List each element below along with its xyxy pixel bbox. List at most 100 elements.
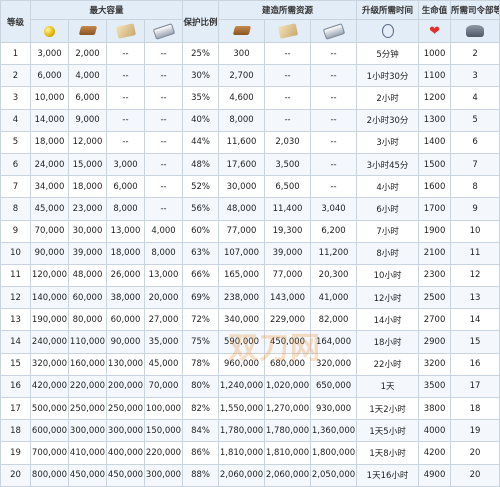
cell-cap-gold: 600,000	[30, 419, 69, 443]
stopwatch-icon	[381, 24, 394, 38]
cell-cap-stone: 38,000	[106, 286, 145, 310]
cell-build-wood: 238,000	[218, 286, 266, 310]
cell-upgrade-time: 1天5小时	[356, 419, 420, 443]
cell-build-stone: 11,400	[264, 197, 312, 221]
cell-build-wood: 340,000	[218, 308, 266, 332]
cell-cap-iron: --	[143, 86, 184, 110]
table-row: 12 140,000 60,000 38,000 20,000 69% 238,000 143…	[0, 286, 500, 310]
cell-cap-stone: 8,000	[106, 197, 145, 221]
iron-icon	[322, 22, 345, 40]
cell-build-stone: --	[264, 86, 312, 110]
cell-cap-wood: 60,000	[68, 286, 107, 310]
cell-level: 8	[0, 197, 31, 221]
cell-upgrade-time: 12小时	[356, 286, 420, 310]
cell-cap-gold: 24,000	[30, 152, 69, 177]
cell-upgrade-time: 1天16小时	[356, 463, 420, 487]
cell-cap-gold: 10,000	[30, 86, 69, 110]
cell-cap-stone: --	[106, 64, 145, 88]
cell-cap-wood: 23,000	[68, 197, 107, 221]
cell-protect-ratio: 44%	[182, 130, 220, 154]
cell-hp: 2100	[418, 241, 452, 265]
cell-upgrade-time: 8小时	[356, 241, 420, 265]
cell-cap-wood: 6,000	[68, 86, 107, 110]
cell-level: 7	[0, 175, 31, 199]
cell-upgrade-time: 18小时	[356, 330, 420, 354]
cell-cap-iron: 20,000	[143, 286, 184, 310]
cell-cap-wood: 110,000	[68, 330, 107, 354]
cell-hp: 2300	[418, 263, 452, 288]
cell-cap-iron: 13,000	[143, 263, 184, 288]
cell-protect-ratio: 60%	[182, 219, 220, 243]
table-row: 8 45,000 23,000 8,000 -- 56% 48,000 11,400 3,040…	[0, 197, 500, 221]
cell-cap-stone: 250,000	[106, 396, 145, 421]
cell-level: 14	[0, 330, 31, 354]
cell-hp: 1200	[418, 86, 452, 110]
cell-build-stone: 229,000	[264, 308, 312, 332]
cell-cap-iron: --	[143, 175, 184, 199]
hp-icon-cell: ❤	[418, 19, 452, 43]
cell-build-iron: 930,000	[310, 396, 358, 421]
stone-icon	[277, 23, 298, 39]
cell-build-stone: 3,500	[264, 152, 312, 177]
cell-build-stone: 6,500	[264, 175, 312, 199]
table-row: 17 500,000 250,000 250,000 100,000 82% 1,550,0…	[0, 396, 500, 421]
cell-build-wood: 17,600	[218, 152, 266, 177]
cell-cap-stone: --	[106, 108, 145, 132]
cell-cap-gold: 18,000	[30, 130, 69, 154]
cell-protect-ratio: 56%	[182, 197, 220, 221]
cell-build-wood: 1,780,000	[218, 419, 266, 443]
cap-gold-cell	[30, 19, 69, 43]
cell-upgrade-time: 1天	[356, 374, 420, 399]
cell-protect-ratio: 72%	[182, 308, 220, 332]
cell-build-iron: 41,000	[310, 286, 358, 310]
cell-hq-level: 4	[450, 86, 500, 110]
cell-level: 6	[0, 152, 31, 177]
cell-protect-ratio: 40%	[182, 108, 220, 132]
cell-hp: 1600	[418, 175, 452, 199]
cell-upgrade-time: 2小时30分	[356, 108, 420, 132]
cell-build-iron: --	[310, 152, 358, 177]
cell-hq-level: 5	[450, 108, 500, 132]
table-row: 6 24,000 15,000 3,000 -- 48% 17,600 3,500 -- 3小时4…	[0, 152, 500, 177]
table-row: 4 14,000 9,000 -- -- 40% 8,000 -- -- 2小时30分 1300 5	[0, 108, 500, 132]
cell-cap-iron: 300,000	[143, 463, 184, 487]
cell-hq-level: 19	[450, 419, 500, 443]
cell-upgrade-time: 1小时30分	[356, 64, 420, 88]
cell-cap-stone: 450,000	[106, 463, 145, 487]
table-row: 14 240,000 110,000 90,000 35,000 75% 590,000 45…	[0, 330, 500, 354]
cell-build-iron: --	[310, 64, 358, 88]
cell-cap-iron: 70,000	[143, 374, 184, 399]
cell-level: 1	[0, 41, 31, 66]
cell-cap-stone: 300,000	[106, 419, 145, 443]
iron-icon	[152, 22, 175, 40]
header-level: 等级	[0, 0, 31, 43]
cell-build-iron: 11,200	[310, 241, 358, 265]
cell-hp: 1300	[418, 108, 452, 132]
cell-level: 10	[0, 241, 31, 265]
cell-cap-gold: 190,000	[30, 308, 69, 332]
cell-build-iron: 320,000	[310, 352, 358, 376]
cell-hq-level: 20	[450, 463, 500, 487]
cell-cap-iron: --	[143, 152, 184, 177]
cell-cap-iron: 4,000	[143, 219, 184, 243]
cell-cap-gold: 14,000	[30, 108, 69, 132]
cell-build-stone: 450,000	[264, 330, 312, 354]
cell-cap-stone: 90,000	[106, 330, 145, 354]
cell-hp: 1700	[418, 197, 452, 221]
cell-cap-gold: 3,000	[30, 41, 69, 66]
cell-build-iron: 1,360,000	[310, 419, 358, 443]
cell-build-iron: 2,050,000	[310, 463, 358, 487]
cell-hq-level: 18	[450, 396, 500, 421]
cell-cap-gold: 140,000	[30, 286, 69, 310]
cell-cap-gold: 320,000	[30, 352, 69, 376]
cell-cap-stone: --	[106, 41, 145, 66]
hq-icon-cell	[450, 19, 500, 43]
cell-upgrade-time: 2小时	[356, 86, 420, 110]
cell-cap-stone: 60,000	[106, 308, 145, 332]
cell-upgrade-time: 1天2小时	[356, 396, 420, 421]
cell-build-wood: 960,000	[218, 352, 266, 376]
cell-hp: 1900	[418, 219, 452, 243]
cell-build-wood: 11,600	[218, 130, 266, 154]
cell-cap-stone: 200,000	[106, 374, 145, 399]
cell-hq-level: 11	[450, 241, 500, 265]
